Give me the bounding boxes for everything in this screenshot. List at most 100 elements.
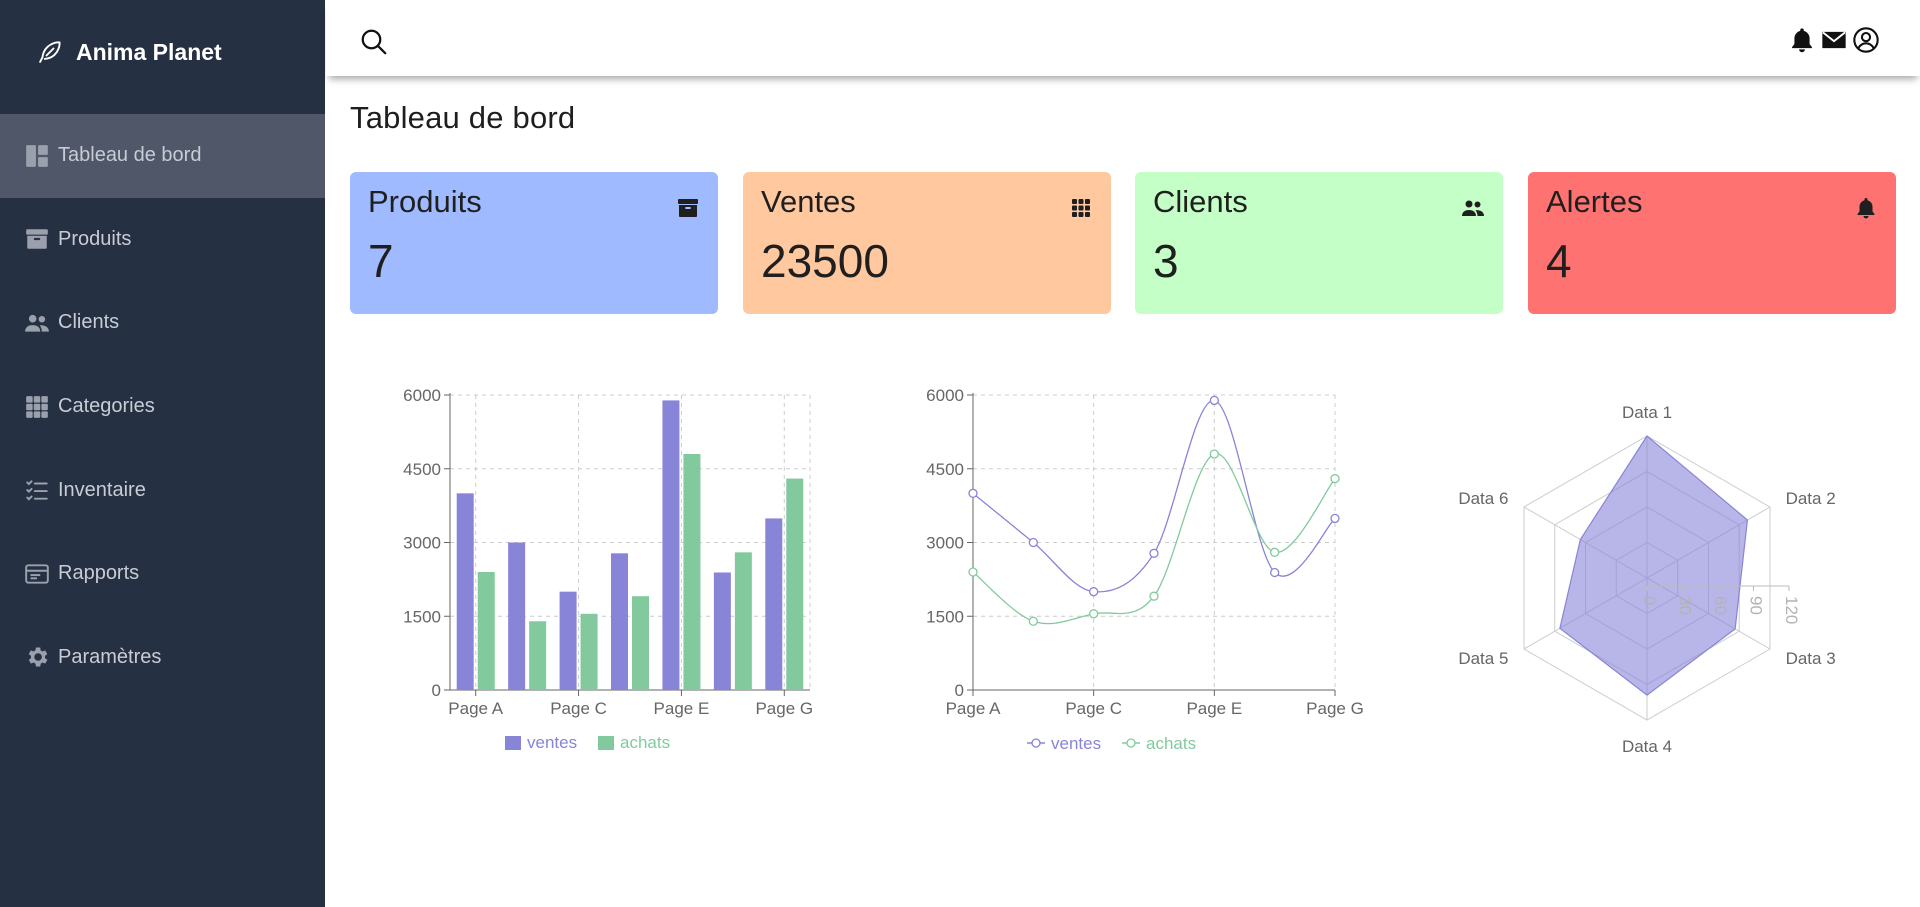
sidebar-item-categories[interactable]: Categories [0, 365, 325, 449]
radar-area [1559, 435, 1749, 696]
radar-chart: 0 30 60 90 120 Data 1 Data 2 Data 3 Data 4 Data 5… [1458, 403, 1836, 756]
bell-icon[interactable] [1788, 26, 1816, 54]
sidebar-item-settings[interactable]: Paramètres [0, 616, 325, 700]
point-achats [1330, 473, 1340, 484]
gear-icon [28, 647, 48, 667]
card-value: 23500 [761, 235, 889, 287]
x-tick-label: Page A [946, 699, 1001, 718]
sidebar-item-dashboard[interactable]: Tableau de bord [0, 114, 325, 198]
brand-name: Anima Planet [76, 38, 222, 65]
bar-achats [786, 478, 804, 690]
bar-achats [580, 613, 598, 690]
sidebar-item-reports[interactable]: Rapports [0, 532, 325, 616]
app-root: Anima Planet Tableau de bord Produits Cl… [0, 0, 1920, 907]
bar-ventes [765, 518, 783, 690]
legend-label-ventes: ventes [527, 733, 577, 752]
point-achats [1028, 616, 1038, 626]
bell-icon [1857, 198, 1875, 219]
legend-label-achats: achats [1146, 734, 1196, 753]
card-label: Clients [1153, 184, 1248, 219]
radar-radius-label: 120 [1782, 596, 1801, 624]
y-tick-label: 6000 [403, 386, 441, 405]
archive-icon [26, 229, 48, 250]
card-value: 7 [368, 235, 394, 287]
sidebar-item-products[interactable]: Produits [0, 198, 325, 282]
brand[interactable]: Anima Planet [36, 38, 222, 66]
card-value: 3 [1153, 235, 1179, 287]
bar-chart: 0 1500 3000 4500 6000 Page A Page C Page E Page … [403, 386, 813, 752]
archive-icon [678, 199, 698, 217]
stat-card-products[interactable]: Produits 7 [350, 172, 718, 314]
grid-icon [26, 395, 48, 418]
bar-chart-panel: 0 1500 3000 4500 6000 Page A Page C Page E Page … [370, 370, 830, 775]
radar-axis-label: Data 5 [1458, 649, 1508, 668]
x-tick-label: Page E [654, 699, 710, 718]
line-ventes [972, 399, 1336, 593]
sidebar-item-label: Categories [58, 395, 155, 418]
feather-icon [39, 41, 61, 63]
people-icon [25, 314, 49, 332]
point-ventes [968, 488, 978, 498]
point-ventes [1149, 548, 1159, 558]
radar-axis-label: Data 4 [1622, 737, 1672, 756]
legend-swatch-achats [598, 736, 614, 750]
y-tick-label: 4500 [403, 460, 441, 479]
header-actions [1788, 26, 1880, 54]
mail-icon[interactable] [1820, 26, 1848, 54]
point-achats [1149, 591, 1159, 601]
bar-achats [477, 572, 495, 690]
y-tick-label: 1500 [403, 607, 441, 626]
sidebar-item-label: Produits [58, 227, 132, 250]
y-tick-label: 3000 [926, 534, 964, 553]
sidebar-item-label: Paramètres [58, 645, 162, 668]
bar-ventes [713, 572, 731, 690]
y-tick-label: 0 [955, 681, 964, 700]
radar-axis-label: Data 2 [1786, 489, 1836, 508]
stat-card-alerts[interactable]: Alertes 4 [1528, 172, 1896, 314]
bar-achats [734, 552, 752, 690]
point-achats [968, 567, 978, 577]
y-tick-label: 3000 [403, 534, 441, 553]
user-circle-icon[interactable] [1852, 26, 1880, 54]
bar-achats [683, 454, 701, 690]
stat-card-sales[interactable]: Ventes 23500 [743, 172, 1111, 314]
sidebar-item-label: Inventaire [58, 478, 146, 501]
x-tick-label: Page E [1186, 699, 1242, 718]
point-achats [1270, 547, 1280, 557]
x-tick-label: Page C [550, 699, 607, 718]
bar-ventes [662, 400, 680, 690]
card-label: Produits [368, 184, 482, 219]
card-value: 4 [1546, 235, 1572, 287]
x-tick-label: Page G [755, 699, 813, 718]
sidebar-item-clients[interactable]: Clients [0, 281, 325, 365]
sidebar-item-label: Tableau de bord [58, 144, 202, 167]
sidebar-item-inventory[interactable]: Inventaire [0, 448, 325, 532]
radar-axis-label: Data 3 [1786, 649, 1836, 668]
bar-ventes [559, 591, 577, 690]
radar-axis-label: Data 6 [1458, 489, 1508, 508]
point-ventes [1330, 513, 1340, 524]
point-achats [1209, 449, 1219, 459]
grid-icon [1072, 199, 1090, 217]
search-icon[interactable] [359, 27, 389, 57]
bar-ventes [456, 493, 474, 690]
point-ventes [1270, 567, 1280, 578]
stat-card-clients[interactable]: Clients 3 [1135, 172, 1503, 314]
bar-achats [632, 596, 649, 690]
sidebar-nav: Tableau de bord Produits Clients Categor… [0, 114, 325, 699]
line-chart-panel: 0 1500 3000 4500 6000 Page A Page C Page E Page … [895, 370, 1375, 775]
radar-axis-label: Data 1 [1622, 403, 1672, 422]
card-label: Alertes [1546, 184, 1643, 219]
sidebar: Anima Planet Tableau de bord Produits Cl… [0, 0, 325, 907]
bar-ventes [508, 542, 526, 690]
point-achats [1089, 609, 1099, 619]
y-tick-label: 4500 [926, 460, 964, 479]
legend-marker-ventes [1031, 738, 1041, 748]
list-check-icon [26, 480, 48, 501]
radar-radius-label: 30 [1676, 596, 1695, 615]
people-icon [1462, 200, 1484, 216]
radar-radius-label: 60 [1711, 596, 1730, 615]
line-chart: 0 1500 3000 4500 6000 Page A Page C Page E Page … [926, 386, 1364, 753]
point-ventes [1089, 587, 1099, 597]
page-title: Tableau de bord [350, 100, 576, 135]
